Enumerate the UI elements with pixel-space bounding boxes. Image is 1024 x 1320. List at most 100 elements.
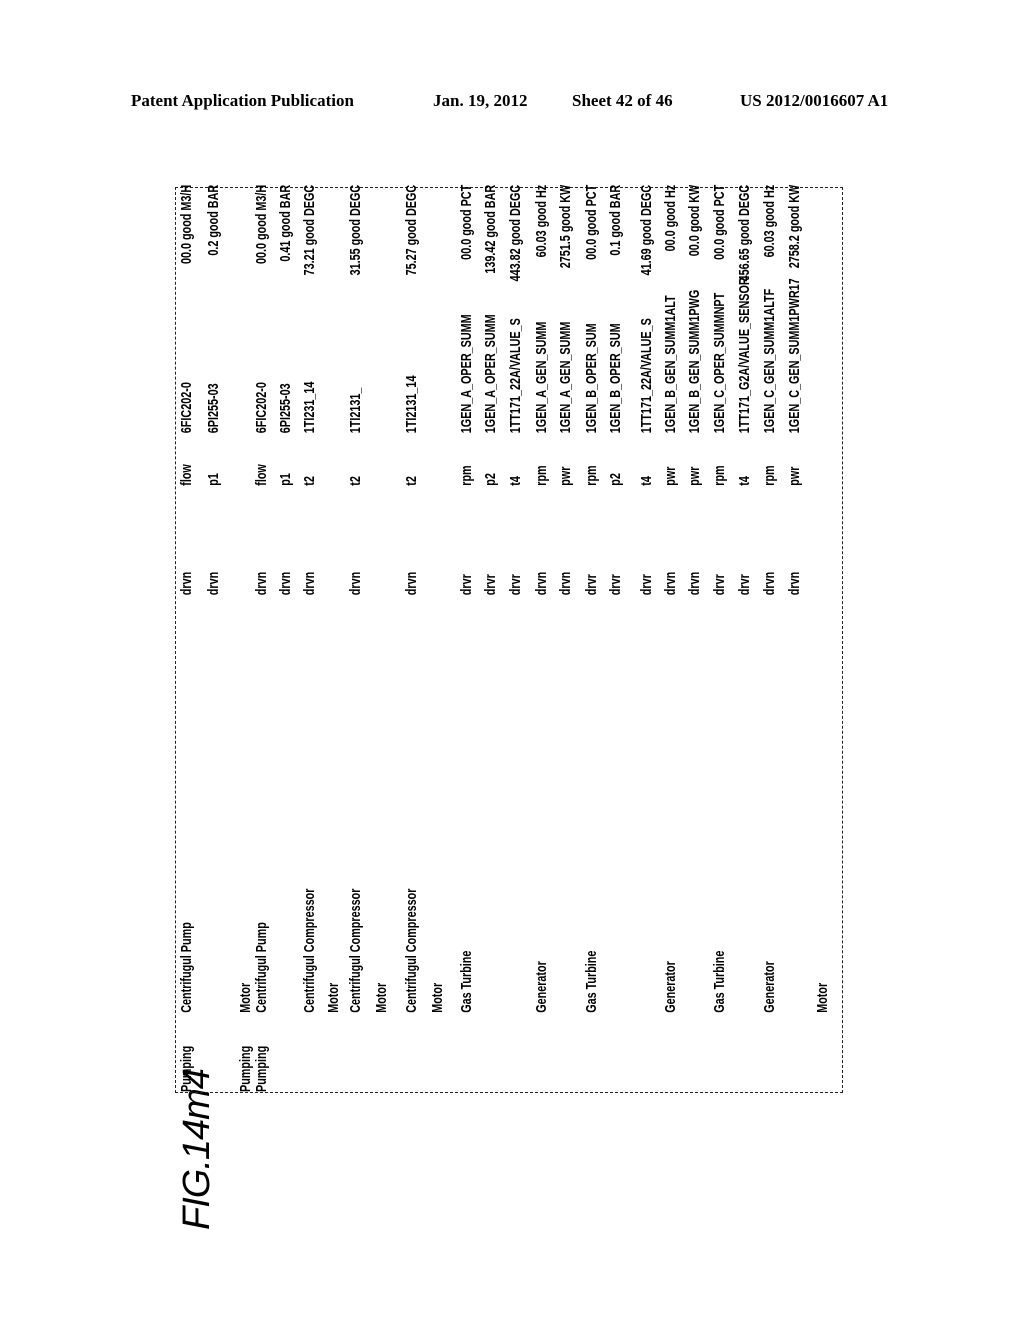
cell-measure: rpm (761, 465, 778, 486)
cell-tag: 1TT171_22A/VALUE_S (507, 318, 524, 434)
cell-tag: 1GEN_B_OPER_SUM (583, 323, 600, 434)
header-patent-number: US 2012/0016607 A1 (740, 91, 889, 110)
cell-role: drvn (662, 571, 679, 596)
header-date: Jan. 19, 2012 (433, 91, 528, 110)
table-row: Centrifugul Compressor drvn t2 1TI2131_ 31.5… (345, 185, 367, 1092)
table-row: drvn pwr 1GEN_A_GEN_SUMM 2751.5 good KW (555, 185, 577, 1092)
cell-equipment-name: Gas Turbine (711, 950, 728, 1013)
cell-role: drvn (786, 571, 803, 596)
cell-role: drvr (458, 574, 475, 596)
cell-tag: 6FIC202-0 (178, 382, 195, 434)
table-row: drvn pwr 1GEN_B_GEN_SUMM1PWG 00.0 good KW (684, 185, 706, 1092)
cell-value: 00.0 good KW (686, 184, 703, 257)
table-row: drvr p2 1GEN_A_OPER_SUMM 139.42 good BAR (480, 185, 502, 1092)
cell-measure: t2 (403, 476, 420, 486)
table-row: Motor (812, 440, 834, 1092)
cell-value: 2751.5 good KW (557, 184, 574, 269)
table-row: Motor (371, 440, 393, 1092)
cell-measure: pwr (686, 466, 703, 486)
cell-tag: 1TT171_22A/VALUE_S (638, 318, 655, 434)
cell-role: drvn (347, 571, 364, 596)
cell-tag: 1GEN_B_OPER_SUM (607, 323, 624, 434)
data-table: Pumping Centrifugul Pump drvn flow 6FIC202-0… (175, 184, 843, 1093)
cell-measure: p1 (205, 473, 222, 486)
table-row: Gas Turbine drvr rpm 1GEN_A_OPER_SUMM 00.0 g… (456, 185, 478, 1092)
cell-role: drvn (686, 571, 703, 596)
table-row: Motor (323, 440, 345, 1092)
table-row: Generator drvn pwr 1GEN_B_GEN_SUMM1ALT 00.0 … (660, 185, 682, 1092)
table-row: drvn p1 6PI255-03 0.41 good BAR (275, 185, 297, 1092)
table-row: Generator drvn rpm 1GEN_A_GEN_SUMM 60.03 goo… (531, 185, 553, 1092)
cell-role: drvn (253, 571, 270, 596)
cell-value: 75.27 good DEGC (403, 184, 420, 276)
cell-value: 0.41 good BAR (277, 184, 294, 262)
cell-equipment-group: Pumping (178, 1045, 195, 1092)
figure-label: FIG.14m4 (176, 1069, 218, 1230)
cell-role: drvn (403, 571, 420, 596)
cell-equipment-name: Gas Turbine (583, 950, 600, 1013)
cell-measure: rpm (533, 465, 550, 486)
cell-tag: 1GEN_A_OPER_SUMM (482, 314, 499, 434)
cell-measure: t2 (301, 476, 318, 486)
cell-measure: t2 (347, 476, 364, 486)
table-row: Generator drvn rpm 1GEN_C_GEN_SUMM1ALTF 60.0… (759, 185, 781, 1092)
cell-role: drvn (178, 571, 195, 596)
cell-role: drvr (583, 574, 600, 596)
cell-role: drvn (533, 571, 550, 596)
cell-value: 139.42 good BAR (482, 184, 499, 274)
cell-value: 00.0 good Hz (662, 184, 679, 252)
cell-equipment-name: Motor (373, 982, 390, 1013)
cell-value: 73.21 good DEGC (301, 184, 318, 276)
cell-measure: pwr (662, 466, 679, 486)
cell-tag: 6FIC202-0 (253, 382, 270, 434)
cell-tag: 1GEN_A_GEN_SUMM (533, 321, 550, 434)
cell-equipment-name: Centrifugul Compressor (403, 888, 420, 1013)
cell-tag: 1TI2131_ (347, 387, 364, 434)
table-row: Centrifugul Compressor drvn t2 1TI231_14 73.… (299, 185, 321, 1092)
table-row: drvr t4 1TT171_22A/VALUE_S 41.69 good DEGC (636, 185, 658, 1092)
table-row: drvr t4 1TT171_22A/VALUE_S 443.82 good DEGC (505, 185, 527, 1092)
cell-value: 60.03 good Hz (761, 184, 778, 258)
cell-measure: flow (178, 464, 195, 486)
cell-role: drvr (638, 574, 655, 596)
cell-tag: 6PI255-03 (277, 383, 294, 434)
cell-equipment-name: Motor (429, 982, 446, 1013)
cell-measure: t4 (736, 476, 753, 486)
cell-value: 456.65 good DEGC (736, 184, 753, 282)
table-row: Gas Turbine drvr rpm 1GEN_C_OPER_SUMMNPT 00.… (709, 185, 731, 1092)
cell-tag: 6PI255-03 (205, 383, 222, 434)
table-row: Pumping Centrifugul Pump drvn flow 6FIC202-0… (176, 185, 198, 1092)
cell-value: 00.0 good PCT (458, 184, 475, 260)
cell-measure: rpm (711, 465, 728, 486)
cell-role: drvr (607, 574, 624, 596)
cell-value: 0.2 good BAR (205, 184, 222, 256)
cell-equipment-name: Centrifugul Pump (253, 922, 270, 1013)
cell-value: 60.03 good Hz (533, 184, 550, 258)
table-row: drvr t4 1TT171_G2A/VALUE_SENSOR 456.65 good… (734, 185, 756, 1092)
cell-measure: rpm (458, 465, 475, 486)
cell-equipment-name: Motor (325, 982, 342, 1013)
cell-value: 31.55 good DEGC (347, 184, 364, 276)
cell-role: drvn (557, 571, 574, 596)
cell-role: drvr (736, 574, 753, 596)
cell-measure: p2 (607, 473, 624, 486)
cell-value: 00.0 good PCT (711, 184, 728, 260)
cell-value: 443.82 good DEGC (507, 184, 524, 282)
cell-value: 00.0 good M3/H (178, 184, 195, 265)
cell-measure: p2 (482, 473, 499, 486)
cell-equipment-name: Centrifugul Compressor (347, 888, 364, 1013)
cell-measure: rpm (583, 465, 600, 486)
cell-role: drvn (205, 571, 222, 596)
cell-value: 0.1 good BAR (607, 184, 624, 256)
cell-tag: 1TI231_14 (301, 381, 318, 434)
cell-equipment-name: Centrifugul Compressor (301, 888, 318, 1013)
cell-equipment-name: Gas Turbine (458, 950, 475, 1013)
cell-equipment-group: Pumping (253, 1045, 270, 1092)
header-sheet: Sheet 42 of 46 (572, 91, 673, 110)
cell-role: drvr (507, 574, 524, 596)
cell-tag: 1GEN_A_OPER_SUMM (458, 314, 475, 434)
cell-tag: 1GEN_A_GEN_SUMM (557, 321, 574, 434)
cell-value: 00.0 good PCT (583, 184, 600, 260)
table-row: drvn pwr 1GEN_C_GEN_SUMM1PWR17 2758.2 good … (784, 185, 806, 1092)
cell-value: 2758.2 good KW (786, 184, 803, 269)
